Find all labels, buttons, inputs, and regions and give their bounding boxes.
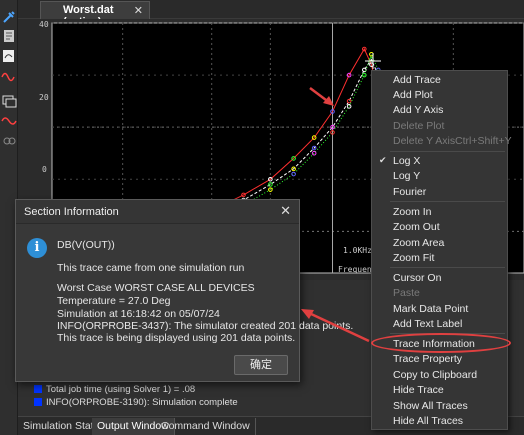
status-square-icon [34,398,42,406]
dialog-trace-name: DB(V(OUT)) [57,239,115,251]
editor-tab-bar: Worst.dat (active) ✕ [18,0,524,28]
menu-item-copy-to-clipboard[interactable]: Copy to Clipboard [393,369,477,381]
menu-item-hide-all-traces[interactable]: Hide All Traces [393,415,463,427]
menu-separator [390,201,505,202]
y-tick-label: 0 [42,165,47,174]
ok-button[interactable]: 确定 [234,355,288,375]
link-icon[interactable] [1,133,17,149]
menu-item-cursor-on[interactable]: Cursor On [393,272,441,284]
menu-item-zoom-area[interactable]: Zoom Area [393,237,444,249]
highlight-oval [371,333,511,353]
output-line: INFO(ORPROBE-3190): Simulation complete [34,397,238,408]
waveform-icon[interactable] [1,68,17,84]
close-icon[interactable]: ✕ [280,203,291,219]
menu-item-delete-plot[interactable]: Delete Plot [393,120,444,132]
dialog-text: Simulation at 16:18:42 on 05/07/24 [57,308,220,320]
document-icon[interactable] [1,28,17,44]
dialog-text: Worst Case WORST CASE ALL DEVICES [57,282,255,294]
menu-item-trace-property[interactable]: Trace Property [393,353,462,365]
menu-item-fourier[interactable]: Fourier [393,186,426,198]
dialog-text: This trace came from one simulation run [57,262,245,274]
status-square-icon [34,385,42,393]
menu-item-log-x[interactable]: Log X [393,155,420,167]
menu-item-zoom-out[interactable]: Zoom Out [393,221,440,233]
menu-shortcut: Ctrl+Shift+Y [455,135,512,147]
menu-item-add-y-axis[interactable]: Add Y Axis [393,104,443,116]
menu-item-mark-data-point[interactable]: Mark Data Point [393,303,468,315]
menu-separator [390,151,505,152]
check-icon: ✔ [379,155,387,165]
menu-item-add-text-label[interactable]: Add Text Label [393,318,462,330]
y-tick-label: 40 [39,20,49,29]
close-icon[interactable]: ✕ [134,4,143,17]
context-menu: Add Trace Add Plot Add Y Axis Delete Plo… [371,70,512,430]
probe-icon[interactable] [1,9,17,25]
menu-item-hide-trace[interactable]: Hide Trace [393,384,444,396]
menu-item-add-trace[interactable]: Add Trace [393,74,441,86]
add-trace-icon[interactable] [1,48,17,64]
menu-item-log-y[interactable]: Log Y [393,170,420,182]
y-tick-label: 20 [39,93,49,102]
windows-icon[interactable] [1,93,17,109]
dialog-text: This trace is being displayed using 201 … [57,332,296,344]
menu-item-show-all-traces[interactable]: Show All Traces [393,400,468,412]
tab-command-window[interactable]: Command Window [156,418,256,435]
output-line: Total job time (using Solver 1) = .08 [34,384,195,395]
marker-icon[interactable] [1,113,17,129]
tab-worst-dat[interactable]: Worst.dat (active) ✕ [40,1,150,28]
section-information-dialog: Section Information ✕ i DB(V(OUT)) This … [15,199,353,382]
menu-item-zoom-in[interactable]: Zoom In [393,206,432,218]
info-icon: i [27,238,47,258]
dialog-titlebar: Section Information ✕ [16,200,299,224]
annotation-arrow-icon [301,309,370,343]
menu-item-add-plot[interactable]: Add Plot [393,89,433,101]
dialog-text: Temperature = 27.0 Deg [57,295,171,307]
menu-item-zoom-fit[interactable]: Zoom Fit [393,252,434,264]
dialog-title: Section Information [24,206,119,218]
x-tick-label: 1.0KHz [343,246,372,255]
menu-item-delete-y-axis[interactable]: Delete Y Axis [393,135,455,147]
menu-separator [390,267,505,268]
menu-item-paste[interactable]: Paste [393,287,420,299]
